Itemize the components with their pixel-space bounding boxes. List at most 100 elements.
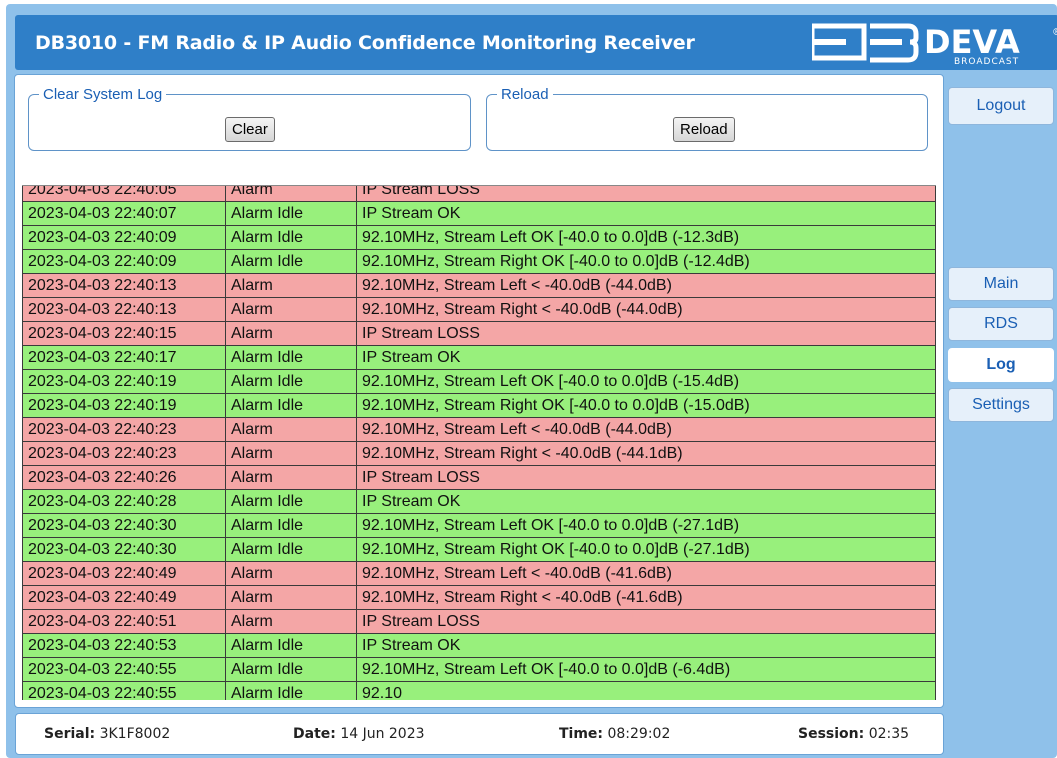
log-type-cell: Alarm — [225, 585, 357, 610]
logo-text: DEVA — [924, 23, 1020, 61]
log-type-cell: Alarm Idle — [225, 393, 357, 418]
system-log-table[interactable]: 2023-04-03 22:40:05 Alarm IP Stream LOSS 20… — [22, 185, 936, 700]
log-time-cell: 2023-04-03 22:40:26 — [22, 465, 226, 490]
log-row: 2023-04-03 22:40:17 Alarm Idle IP Stream O… — [22, 345, 936, 370]
log-message-cell: 92.10MHz, Stream Right < -40.0dB (-41.6d… — [356, 585, 936, 610]
log-type-cell: Alarm Idle — [225, 489, 357, 514]
log-message-cell: IP Stream OK — [356, 633, 936, 658]
log-time-cell: 2023-04-03 22:40:51 — [22, 609, 226, 634]
nav-log[interactable]: Log — [948, 348, 1054, 382]
time-label: Time: — [559, 726, 604, 742]
nav-main[interactable]: Main — [948, 267, 1054, 301]
status-bar: Serial: 3K1F8002 Date: 14 Jun 2023 Time:… — [15, 713, 944, 755]
log-type-cell: Alarm — [225, 561, 357, 586]
session-field: Session: 02:35 — [798, 726, 909, 742]
log-row: 2023-04-03 22:40:13 Alarm 92.10MHz, Stream… — [22, 273, 936, 298]
log-message-cell: 92.10MHz, Stream Left OK [-40.0 to 0.0]d… — [356, 369, 936, 394]
log-type-cell: Alarm — [225, 186, 357, 202]
log-time-cell: 2023-04-03 22:40:30 — [22, 537, 226, 562]
log-time-cell: 2023-04-03 22:40:19 — [22, 369, 226, 394]
log-row: 2023-04-03 22:40:19 Alarm Idle 92.10MHz, S… — [22, 369, 936, 394]
log-type-cell: Alarm — [225, 609, 357, 634]
logout-button[interactable]: Logout — [948, 87, 1054, 125]
log-type-cell: Alarm — [225, 417, 357, 442]
log-row: 2023-04-03 22:40:15 Alarm IP Stream LOSS — [22, 321, 936, 346]
log-row: 2023-04-03 22:40:49 Alarm 92.10MHz, Stream… — [22, 561, 936, 586]
serial-value: 3K1F8002 — [99, 726, 171, 742]
log-time-cell: 2023-04-03 22:40:23 — [22, 441, 226, 466]
log-time-cell: 2023-04-03 22:40:15 — [22, 321, 226, 346]
log-time-cell: 2023-04-03 22:40:55 — [22, 657, 226, 682]
nav-rds[interactable]: RDS — [948, 307, 1054, 341]
log-row: 2023-04-03 22:40:55 Alarm Idle 92.10MHz, S… — [22, 657, 936, 682]
log-type-cell: Alarm — [225, 321, 357, 346]
log-type-cell: Alarm — [225, 465, 357, 490]
log-row: 2023-04-03 22:40:07 Alarm Idle IP Stream O… — [22, 201, 936, 226]
log-message-cell: 92.10MHz, Stream Right OK [-40.0 to 0.0]… — [356, 537, 936, 562]
log-time-cell: 2023-04-03 22:40:28 — [22, 489, 226, 514]
serial-label: Serial: — [44, 726, 96, 742]
time-field: Time: 08:29:02 — [559, 726, 670, 742]
date-field: Date: 14 Jun 2023 — [293, 726, 425, 742]
log-type-cell: Alarm Idle — [225, 537, 357, 562]
log-message-cell: 92.10MHz, Stream Right OK [-40.0 to 0.0]… — [356, 393, 936, 418]
log-row: 2023-04-03 22:40:26 Alarm IP Stream LOSS — [22, 465, 936, 490]
log-table: 2023-04-03 22:40:05 Alarm IP Stream LOSS 20… — [22, 186, 936, 700]
log-type-cell: Alarm — [225, 441, 357, 466]
log-row: 2023-04-03 22:40:51 Alarm IP Stream LOSS — [22, 609, 936, 634]
log-message-cell: 92.10MHz, Stream Left OK [-40.0 to 0.0]d… — [356, 225, 936, 250]
nav-settings[interactable]: Settings — [948, 388, 1054, 422]
log-type-cell: Alarm — [225, 297, 357, 322]
log-type-cell: Alarm Idle — [225, 369, 357, 394]
log-time-cell: 2023-04-03 22:40:55 — [22, 681, 226, 700]
log-time-cell: 2023-04-03 22:40:07 — [22, 201, 226, 226]
log-row: 2023-04-03 22:40:23 Alarm 92.10MHz, Stream… — [22, 441, 936, 466]
log-row: 2023-04-03 22:40:19 Alarm Idle 92.10MHz, S… — [22, 393, 936, 418]
log-time-cell: 2023-04-03 22:40:53 — [22, 633, 226, 658]
reload-button[interactable]: Reload — [673, 117, 735, 142]
log-message-cell: IP Stream LOSS — [356, 186, 936, 202]
serial-field: Serial: 3K1F8002 — [44, 726, 170, 742]
log-row: 2023-04-03 22:40:05 Alarm IP Stream LOSS — [22, 186, 936, 202]
log-message-cell: IP Stream LOSS — [356, 465, 936, 490]
logo-registered: ® — [1052, 27, 1057, 38]
log-message-cell: 92.10MHz, Stream Left < -40.0dB (-41.6dB… — [356, 561, 936, 586]
log-time-cell: 2023-04-03 22:40:09 — [22, 225, 226, 250]
log-type-cell: Alarm Idle — [225, 657, 357, 682]
log-time-cell: 2023-04-03 22:40:23 — [22, 417, 226, 442]
log-message-cell: IP Stream OK — [356, 345, 936, 370]
log-type-cell: Alarm Idle — [225, 345, 357, 370]
log-row: 2023-04-03 22:40:49 Alarm 92.10MHz, Stream… — [22, 585, 936, 610]
header-bar: DB3010 - FM Radio & IP Audio Confidence … — [15, 15, 1057, 70]
log-type-cell: Alarm Idle — [225, 633, 357, 658]
log-row: 2023-04-03 22:40:30 Alarm Idle 92.10MHz, S… — [22, 513, 936, 538]
log-time-cell: 2023-04-03 22:40:05 — [22, 186, 226, 202]
log-message-cell: IP Stream OK — [356, 201, 936, 226]
time-value: 08:29:02 — [607, 726, 671, 742]
date-value: 14 Jun 2023 — [340, 726, 425, 742]
log-time-cell: 2023-04-03 22:40:13 — [22, 297, 226, 322]
log-row: 2023-04-03 22:40:23 Alarm 92.10MHz, Stream… — [22, 417, 936, 442]
log-time-cell: 2023-04-03 22:40:13 — [22, 273, 226, 298]
clear-button[interactable]: Clear — [225, 117, 275, 142]
log-message-cell: IP Stream LOSS — [356, 321, 936, 346]
log-row: 2023-04-03 22:40:28 Alarm Idle IP Stream O… — [22, 489, 936, 514]
log-type-cell: Alarm Idle — [225, 681, 357, 700]
logo-subtext: BROADCAST — [954, 57, 1019, 66]
log-time-cell: 2023-04-03 22:40:30 — [22, 513, 226, 538]
log-time-cell: 2023-04-03 22:40:49 — [22, 561, 226, 586]
log-time-cell: 2023-04-03 22:40:19 — [22, 393, 226, 418]
log-type-cell: Alarm Idle — [225, 225, 357, 250]
log-message-cell: IP Stream OK — [356, 489, 936, 514]
log-message-cell: 92.10MHz, Stream Left OK [-40.0 to 0.0]d… — [356, 657, 936, 682]
log-message-cell: 92.10MHz, Stream Right OK [-40.0 to 0.0]… — [356, 249, 936, 274]
session-value: 02:35 — [868, 726, 910, 742]
log-message-cell: IP Stream LOSS — [356, 609, 936, 634]
log-message-cell: 92.10MHz, Stream Right < -40.0dB (-44.0d… — [356, 297, 936, 322]
log-row: 2023-04-03 22:40:09 Alarm Idle 92.10MHz, S… — [22, 225, 936, 250]
deva-logo: DEVA ® BROADCAST — [809, 20, 1057, 67]
session-label: Session: — [798, 726, 865, 742]
clear-log-legend: Clear System Log — [43, 86, 163, 103]
log-row: 2023-04-03 22:40:09 Alarm Idle 92.10MHz, S… — [22, 249, 936, 274]
date-label: Date: — [293, 726, 336, 742]
